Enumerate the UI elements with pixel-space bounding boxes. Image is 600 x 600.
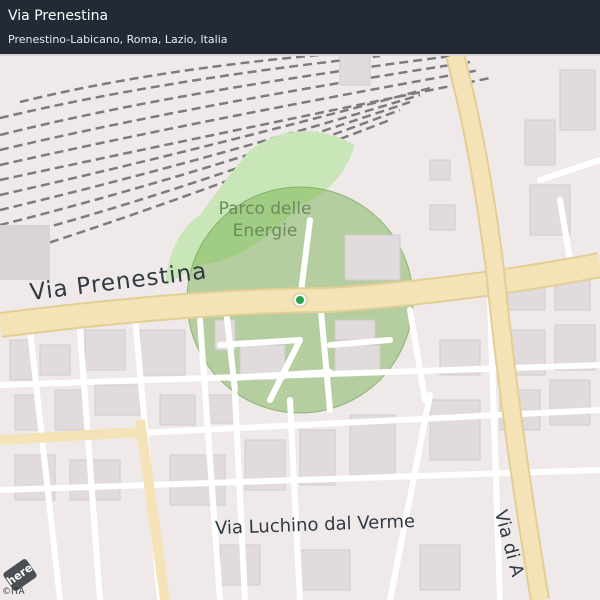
- station-building: [0, 225, 50, 280]
- location-header: Via Prenestina Prenestino-Labicano, Roma…: [0, 0, 600, 54]
- location-title: Via Prenestina: [8, 8, 109, 24]
- location-subtitle: Prenestino-Labicano, Roma, Lazio, Italia: [8, 33, 228, 46]
- park-label: Parco delle Energie: [218, 199, 312, 241]
- map-attribution: ©ITA: [2, 587, 25, 597]
- location-dot-icon[interactable]: [294, 294, 306, 306]
